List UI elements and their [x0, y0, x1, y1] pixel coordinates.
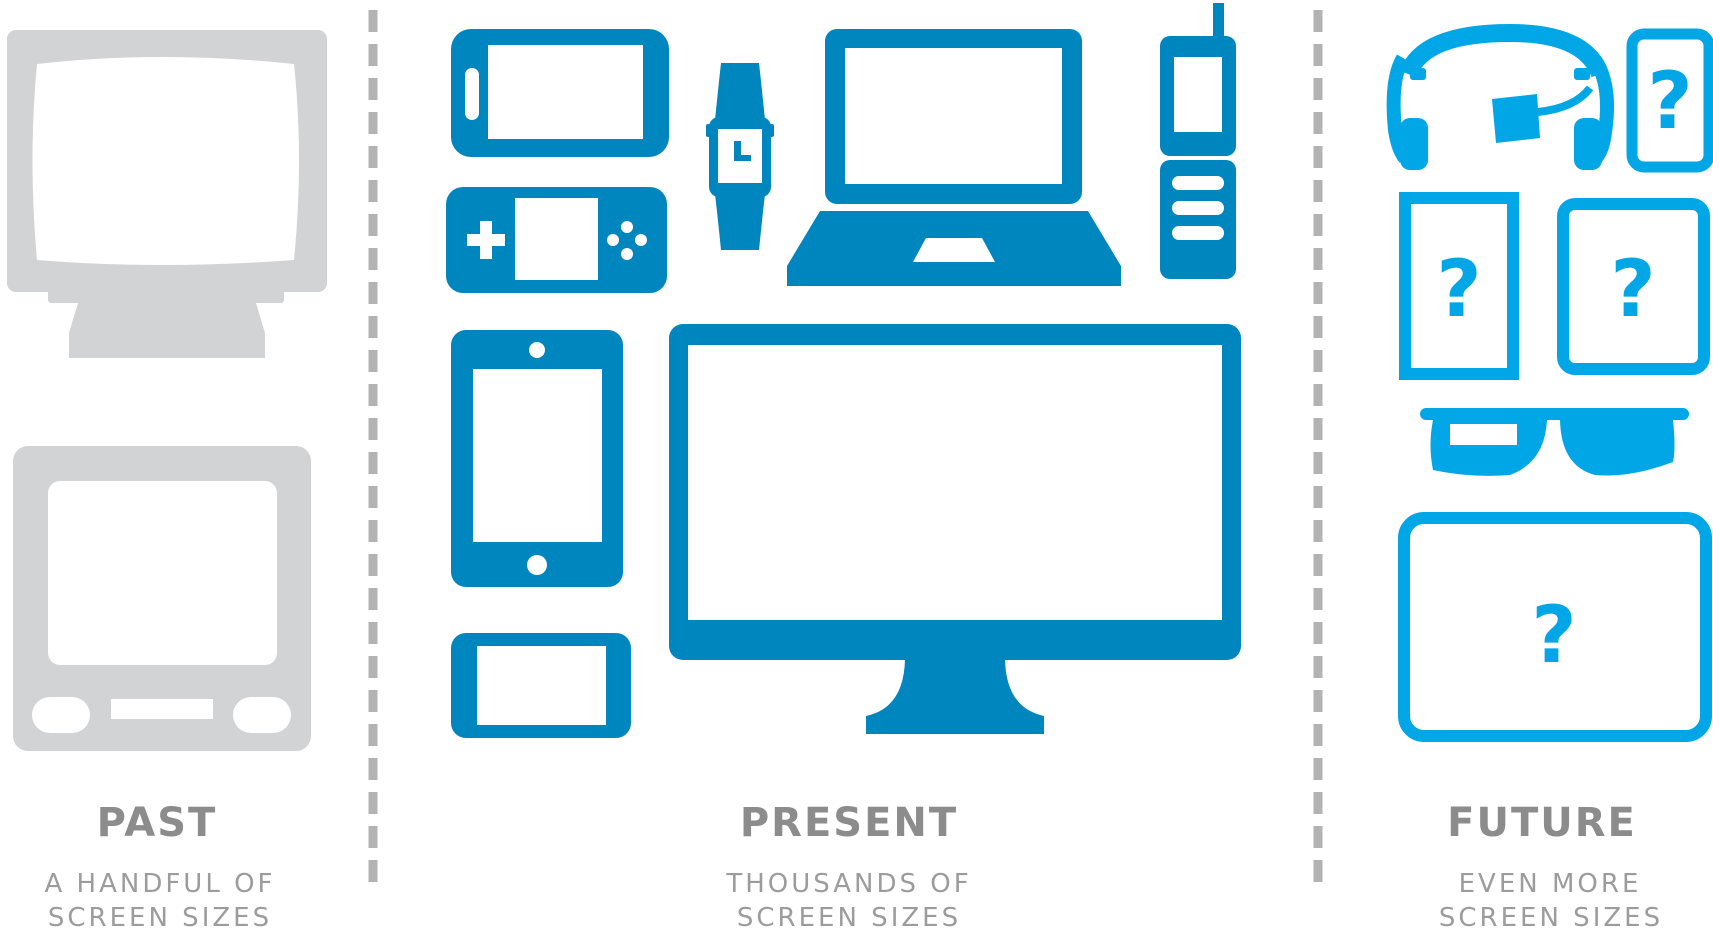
- feature-phone-icon: [1160, 3, 1236, 279]
- question-mark-icon: ?: [1531, 591, 1576, 681]
- caption-future: FUTURE EVEN MORE SCREEN SIZES: [1439, 800, 1663, 931]
- question-mark-icon: ?: [1436, 245, 1481, 335]
- screen-sizes-diagram: ? ? ? ? PAST A HANDFUL OF SCREEN SIZES P…: [0, 0, 1713, 931]
- section-title-future: FUTURE: [1447, 800, 1637, 846]
- caption-present: PRESENT THOUSANDS OF SCREEN SIZES: [725, 800, 971, 931]
- section-subtitle-past-line1: A HANDFUL OF: [44, 869, 275, 899]
- smartwatch-icon: [706, 63, 774, 250]
- section-subtitle-future-line2: SCREEN SIZES: [1439, 903, 1663, 931]
- unknown-square-device-icon: ?: [1557, 198, 1710, 375]
- section-title-present: PRESENT: [740, 800, 958, 846]
- unknown-wide-screen-icon: ?: [1398, 512, 1712, 742]
- section-title-past: PAST: [97, 800, 218, 846]
- diagram-canvas: ? ? ? ? PAST A HANDFUL OF SCREEN SIZES P…: [7, 3, 1713, 931]
- present-devices: [446, 3, 1241, 738]
- section-subtitle-past-line2: SCREEN SIZES: [48, 903, 272, 931]
- landscape-phone-icon: [451, 29, 669, 157]
- future-devices: ? ? ? ?: [1386, 23, 1713, 742]
- unknown-small-device-icon: ?: [1626, 28, 1713, 173]
- crt-monitor-icon: [7, 30, 327, 358]
- handheld-game-console-icon: [446, 187, 667, 293]
- past-devices: [7, 30, 327, 751]
- small-phone-icon: [451, 633, 631, 738]
- smart-glasses-icon: [1420, 408, 1689, 476]
- caption-past: PAST A HANDFUL OF SCREEN SIZES: [44, 800, 275, 931]
- unknown-tablet-icon: ?: [1399, 192, 1519, 380]
- desktop-monitor-icon: [669, 324, 1241, 734]
- smartphone-icon: [451, 330, 623, 587]
- headset-icon: [1386, 23, 1614, 170]
- classic-computer-icon: [13, 446, 311, 751]
- section-subtitle-present-line2: SCREEN SIZES: [737, 903, 961, 931]
- question-mark-icon: ?: [1647, 57, 1692, 147]
- question-mark-icon: ?: [1610, 245, 1655, 335]
- laptop-icon: [787, 29, 1121, 286]
- section-subtitle-present-line1: THOUSANDS OF: [725, 869, 971, 899]
- section-subtitle-future-line1: EVEN MORE: [1459, 869, 1642, 899]
